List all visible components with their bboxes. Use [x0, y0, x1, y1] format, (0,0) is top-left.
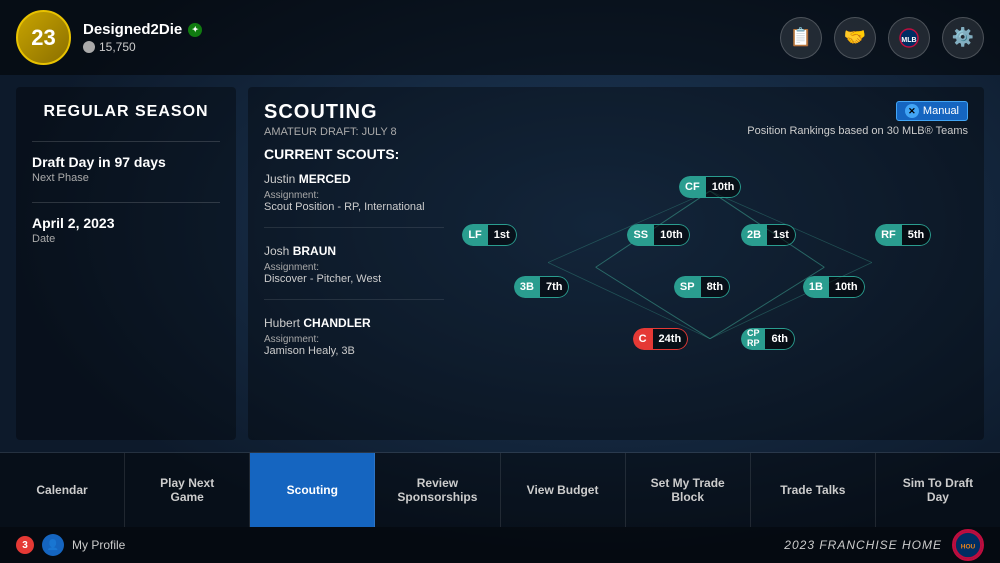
scout-name-2: Josh BRAUN	[264, 244, 444, 258]
draft-day-label: Draft Day in 97 days	[32, 154, 220, 170]
scout-item-2: Josh BRAUN Assignment: Discover - Pitche…	[264, 244, 444, 300]
username: Designed2Die ✦	[83, 21, 780, 38]
divider-2	[32, 202, 220, 203]
team-logo: HOU	[952, 529, 984, 561]
pos-ss: SS10th	[627, 224, 689, 246]
current-scouts-label: CURRENT SCOUTS:	[264, 146, 968, 162]
nav-scouting[interactable]: Scouting	[250, 453, 375, 527]
scout-assignment-2: Discover - Pitcher, West	[264, 273, 444, 285]
divider-1	[32, 141, 220, 142]
pos-c: C24th	[633, 328, 689, 350]
draft-day-block: Draft Day in 97 days Next Phase	[32, 154, 220, 184]
pos-cf: CF10th	[679, 176, 741, 198]
nav-view-budget[interactable]: View Budget	[501, 453, 626, 527]
scout-assignment-1: Scout Position - RP, International	[264, 201, 444, 213]
x-button-icon: ✕	[905, 104, 919, 118]
pos-lf: LF1st	[462, 224, 516, 246]
field-svg	[452, 172, 968, 372]
scouting-subtitle: AMATEUR DRAFT: JULY 8	[264, 126, 397, 138]
status-left: 3 👤 My Profile	[16, 534, 125, 556]
scout-item-3: Hubert CHANDLER Assignment: Jamison Heal…	[264, 316, 444, 371]
assignment-label-2: Assignment:	[264, 262, 444, 273]
left-panel: REGULAR SEASON Draft Day in 97 days Next…	[16, 87, 236, 440]
xbox-icon: ✦	[188, 23, 202, 37]
nav-trade-talks[interactable]: Trade Talks	[751, 453, 876, 527]
status-bar: 3 👤 My Profile 2023 FRANCHISE HOME HOU	[0, 527, 1000, 563]
scouting-panel: SCOUTING AMATEUR DRAFT: JULY 8 ✕ Manual …	[248, 87, 984, 440]
handshake-button[interactable]: 🤝	[834, 17, 876, 59]
franchise-text: 2023 FRANCHISE HOME	[784, 538, 942, 552]
nav-review-sponsorships[interactable]: ReviewSponsorships	[375, 453, 500, 527]
notification-badge: 3	[16, 536, 34, 554]
draft-day-sub: Next Phase	[32, 172, 220, 184]
scouting-header: SCOUTING AMATEUR DRAFT: JULY 8 ✕ Manual …	[264, 101, 968, 138]
assignment-label-1: Assignment:	[264, 190, 444, 201]
mlb-button[interactable]: MLB	[888, 17, 930, 59]
scouting-body: Justin MERCED Assignment: Scout Position…	[264, 172, 968, 387]
pos-cprp: CPRP6th	[741, 328, 795, 350]
nav-play-next-game[interactable]: Play NextGame	[125, 453, 250, 527]
scouting-title: SCOUTING	[264, 101, 397, 124]
credits-icon	[83, 41, 95, 53]
date-sub: Date	[32, 233, 220, 245]
position-rankings-text: Position Rankings based on 30 MLB® Teams	[747, 125, 968, 137]
season-title: REGULAR SEASON	[32, 103, 220, 121]
scout-item: Justin MERCED Assignment: Scout Position…	[264, 172, 444, 228]
top-icons: 📋 🤝 MLB ⚙️	[780, 17, 984, 59]
nav-sim-draft-day[interactable]: Sim To DraftDay	[876, 453, 1000, 527]
svg-text:MLB: MLB	[901, 37, 916, 44]
user-credits: 15,750	[83, 40, 780, 54]
settings-button[interactable]: ⚙️	[942, 17, 984, 59]
user-info: Designed2Die ✦ 15,750	[83, 21, 780, 54]
current-date: April 2, 2023	[32, 215, 220, 231]
scout-name-3: Hubert CHANDLER	[264, 316, 444, 330]
scouting-title-block: SCOUTING AMATEUR DRAFT: JULY 8	[264, 101, 397, 138]
pos-2b: 2B1st	[741, 224, 796, 246]
profile-icon: 👤	[42, 534, 64, 556]
pos-sp: SP8th	[674, 276, 730, 298]
scout-name-1: Justin MERCED	[264, 172, 444, 186]
top-bar: 23 Designed2Die ✦ 15,750 📋 🤝 MLB ⚙️	[0, 0, 1000, 75]
status-right: 2023 FRANCHISE HOME HOU	[784, 529, 984, 561]
date-block: April 2, 2023 Date	[32, 215, 220, 245]
field-diagram: CF10th LF1st SS10th 2B1st	[452, 172, 968, 372]
app-container: 23 Designed2Die ✦ 15,750 📋 🤝 MLB ⚙️	[0, 0, 1000, 563]
clipboard-button[interactable]: 📋	[780, 17, 822, 59]
nav-trade-block[interactable]: Set My TradeBlock	[626, 453, 751, 527]
svg-text:HOU: HOU	[961, 544, 976, 551]
assignment-label-3: Assignment:	[264, 334, 444, 345]
nav-calendar[interactable]: Calendar	[0, 453, 125, 527]
main-content: REGULAR SEASON Draft Day in 97 days Next…	[0, 75, 1000, 452]
pos-1b: 1B10th	[803, 276, 865, 298]
avatar: 23	[16, 10, 71, 65]
profile-label: My Profile	[72, 538, 125, 552]
pos-rf: RF5th	[875, 224, 931, 246]
pos-3b: 3B7th	[514, 276, 570, 298]
scout-assignment-3: Jamison Healy, 3B	[264, 345, 444, 357]
manual-badge[interactable]: ✕ Manual	[896, 101, 968, 121]
bottom-nav: Calendar Play NextGame Scouting ReviewSp…	[0, 452, 1000, 527]
scouts-list: Justin MERCED Assignment: Scout Position…	[264, 172, 444, 387]
